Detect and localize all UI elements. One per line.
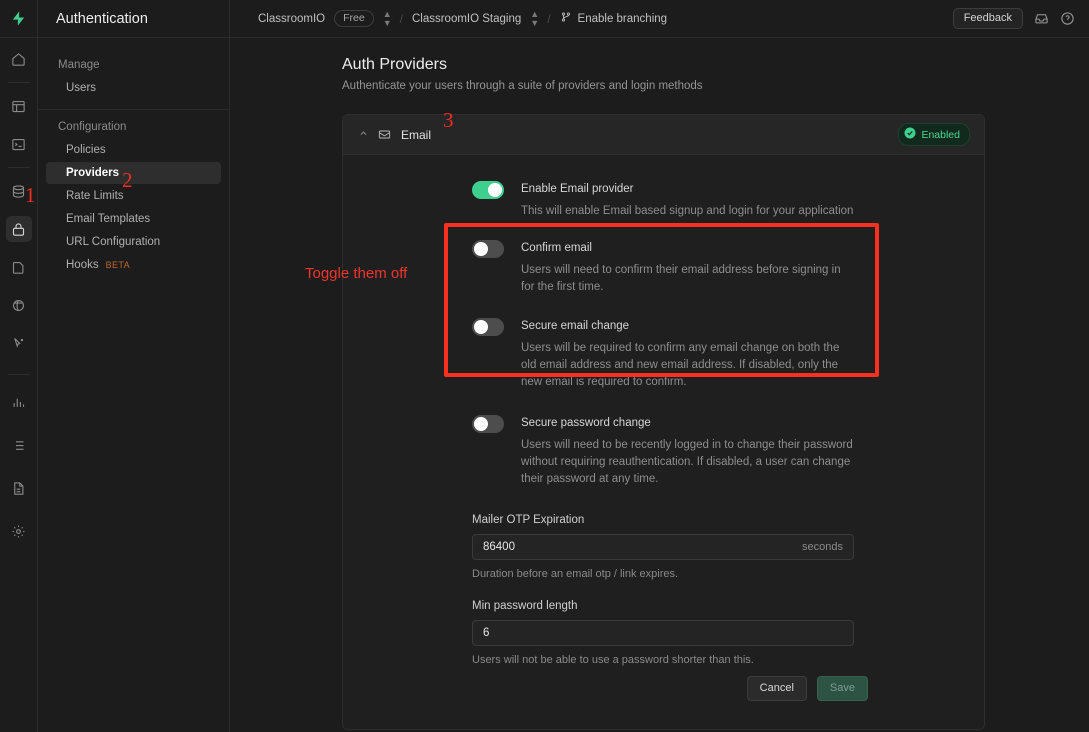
table-editor-icon[interactable] [6, 93, 32, 119]
settings-gear-icon[interactable] [6, 518, 32, 544]
save-button[interactable]: Save [817, 676, 868, 701]
enable-branching-label: Enable branching [578, 13, 668, 25]
setting-row-confirm-email: Confirm email Users will need to confirm… [343, 240, 984, 296]
min-password-length-input[interactable]: 6 [472, 620, 854, 646]
feedback-button[interactable]: Feedback [953, 8, 1023, 29]
chevron-up-icon[interactable] [359, 129, 368, 140]
setting-row-secure-password-change: Secure password change Users will need t… [343, 415, 984, 488]
sidebar-item-providers[interactable]: Providers [46, 162, 221, 184]
check-circle-icon [904, 127, 916, 142]
field-min-password-length: Min password length 6 Users will not be … [343, 600, 984, 666]
toggle-secure-email-change[interactable] [472, 318, 504, 336]
main-content: Auth Providers Authenticate your users t… [230, 38, 1089, 732]
storage-icon[interactable] [6, 254, 32, 280]
page-title: Authentication [38, 0, 230, 38]
field-label: Min password length [472, 600, 984, 612]
setting-description: Users will be required to confirm any em… [521, 340, 855, 391]
secondary-sidebar: Manage Users Configuration Policies Prov… [38, 38, 230, 732]
email-provider-name: Email [401, 128, 431, 142]
topbar-actions: Feedback [953, 8, 1089, 29]
sidebar-section-configuration: Configuration [38, 114, 229, 138]
field-value: 6 [483, 627, 489, 639]
project-selector-chevron-icon[interactable]: ▲▼ [530, 10, 538, 28]
setting-description: This will enable Email based signup and … [521, 203, 853, 220]
sidebar-divider [38, 109, 229, 110]
status-badge-label: Enabled [921, 129, 960, 141]
reports-icon[interactable] [6, 389, 32, 415]
toggle-enable-email-provider[interactable] [472, 181, 504, 199]
realtime-icon[interactable] [6, 330, 32, 356]
auth-providers-title: Auth Providers [342, 56, 1089, 74]
branch-icon [560, 11, 572, 26]
annotation-text-toggle-them-off: Toggle them off [305, 265, 407, 282]
sidebar-item-url-configuration[interactable]: URL Configuration [46, 231, 221, 253]
mailer-otp-expiration-input[interactable]: 86400 seconds [472, 534, 854, 560]
enable-branching-button[interactable]: Enable branching [560, 11, 668, 26]
supabase-logo-icon[interactable] [0, 0, 38, 38]
sidebar-item-email-templates[interactable]: Email Templates [46, 208, 221, 230]
email-provider-body: Enable Email provider This will enable E… [343, 155, 984, 729]
auth-providers-subtitle: Authenticate your users through a suite … [342, 80, 1089, 92]
setting-label: Confirm email [521, 240, 855, 256]
sidebar-item-label: Hooks [66, 259, 99, 271]
sql-editor-icon[interactable] [6, 131, 32, 157]
breadcrumb-project[interactable]: ClassroomIO Staging [412, 13, 521, 25]
page-header: Auth Providers Authenticate your users t… [230, 38, 1089, 92]
annotation-number-1: 1 [25, 185, 36, 206]
top-bar: Authentication ClassroomIO Free ▲▼ / Cla… [38, 0, 1089, 38]
sidebar-item-label: Policies [66, 144, 106, 156]
sidebar-section-manage: Manage [38, 52, 229, 76]
home-icon[interactable] [6, 46, 32, 72]
sidebar-item-label: URL Configuration [66, 236, 160, 248]
sidebar-item-users[interactable]: Users [46, 77, 221, 99]
plan-badge[interactable]: Free [334, 10, 374, 27]
cancel-button[interactable]: Cancel [747, 676, 807, 701]
edge-functions-icon[interactable] [6, 292, 32, 318]
breadcrumb: ClassroomIO Free ▲▼ / ClassroomIO Stagin… [230, 10, 667, 28]
rail-divider [8, 167, 30, 168]
email-provider-header[interactable]: Email Enabled [343, 115, 984, 155]
field-help-text: Duration before an email otp / link expi… [472, 568, 984, 580]
setting-description: Users will need to be recently logged in… [521, 437, 855, 488]
sidebar-item-label: Email Templates [66, 213, 150, 225]
rail-divider [8, 82, 30, 83]
help-circle-icon[interactable] [1060, 11, 1075, 26]
field-label: Mailer OTP Expiration [472, 514, 984, 526]
icon-rail [0, 0, 38, 732]
rail-divider [8, 374, 30, 375]
breadcrumb-org[interactable]: ClassroomIO [258, 13, 325, 25]
annotation-number-3: 3 [443, 110, 454, 131]
logs-icon[interactable] [6, 432, 32, 458]
setting-description: Users will need to confirm their email a… [521, 262, 855, 296]
org-selector-chevron-icon[interactable]: ▲▼ [383, 10, 391, 28]
card-actions: Cancel Save [343, 666, 984, 701]
sidebar-item-label: Users [66, 82, 96, 94]
field-help-text: Users will not be able to use a password… [472, 654, 984, 666]
beta-badge: BETA [106, 260, 130, 270]
annotation-number-2: 2 [122, 170, 133, 191]
sidebar-item-label: Rate Limits [66, 190, 124, 202]
setting-label: Secure email change [521, 318, 855, 334]
sidebar-item-rate-limits[interactable]: Rate Limits [46, 185, 221, 207]
toggle-confirm-email[interactable] [472, 240, 504, 258]
field-unit: seconds [802, 541, 843, 553]
status-badge-enabled: Enabled [898, 123, 970, 146]
field-value: 86400 [483, 541, 515, 553]
api-docs-icon[interactable] [6, 475, 32, 501]
authentication-icon[interactable] [6, 216, 32, 242]
setting-label: Secure password change [521, 415, 855, 431]
email-provider-card: Email Enabled Enable Email provider This… [342, 114, 985, 730]
sidebar-item-policies[interactable]: Policies [46, 139, 221, 161]
setting-row-secure-email-change: Secure email change Users will be requir… [343, 318, 984, 391]
toggle-secure-password-change[interactable] [472, 415, 504, 433]
sidebar-item-hooks[interactable]: Hooks BETA [46, 254, 221, 276]
field-mailer-otp-expiration: Mailer OTP Expiration 86400 seconds Dura… [343, 514, 984, 580]
breadcrumb-separator: / [547, 12, 550, 26]
breadcrumb-separator: / [400, 12, 403, 26]
setting-row-enable-email-provider: Enable Email provider This will enable E… [343, 181, 984, 220]
setting-label: Enable Email provider [521, 181, 853, 197]
inbox-icon[interactable] [1034, 11, 1049, 26]
sidebar-item-label: Providers [66, 167, 119, 179]
mail-icon [378, 128, 391, 141]
